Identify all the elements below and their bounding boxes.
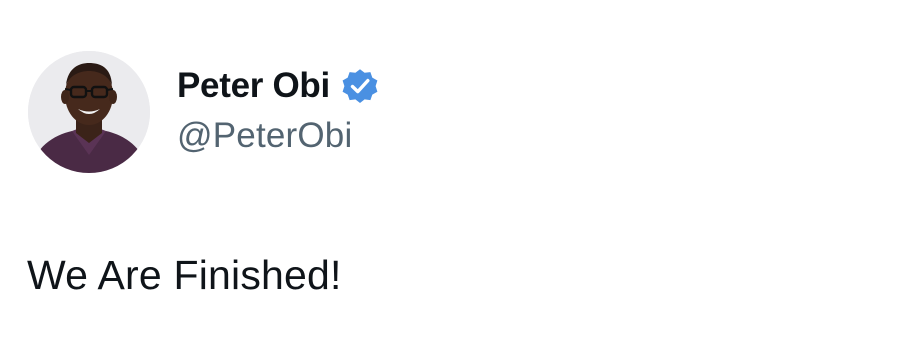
user-handle[interactable]: @PeterObi [177, 116, 352, 156]
display-name[interactable]: Peter Obi [177, 66, 330, 106]
tweet-text: We Are Finished! [27, 252, 342, 298]
tweet-card: Peter Obi @PeterObi We Are Finished! [0, 0, 914, 352]
avatar[interactable] [28, 51, 150, 173]
avatar-photo [28, 51, 150, 173]
author-name-row: Peter Obi [177, 62, 380, 110]
verified-badge-icon[interactable] [340, 66, 380, 106]
